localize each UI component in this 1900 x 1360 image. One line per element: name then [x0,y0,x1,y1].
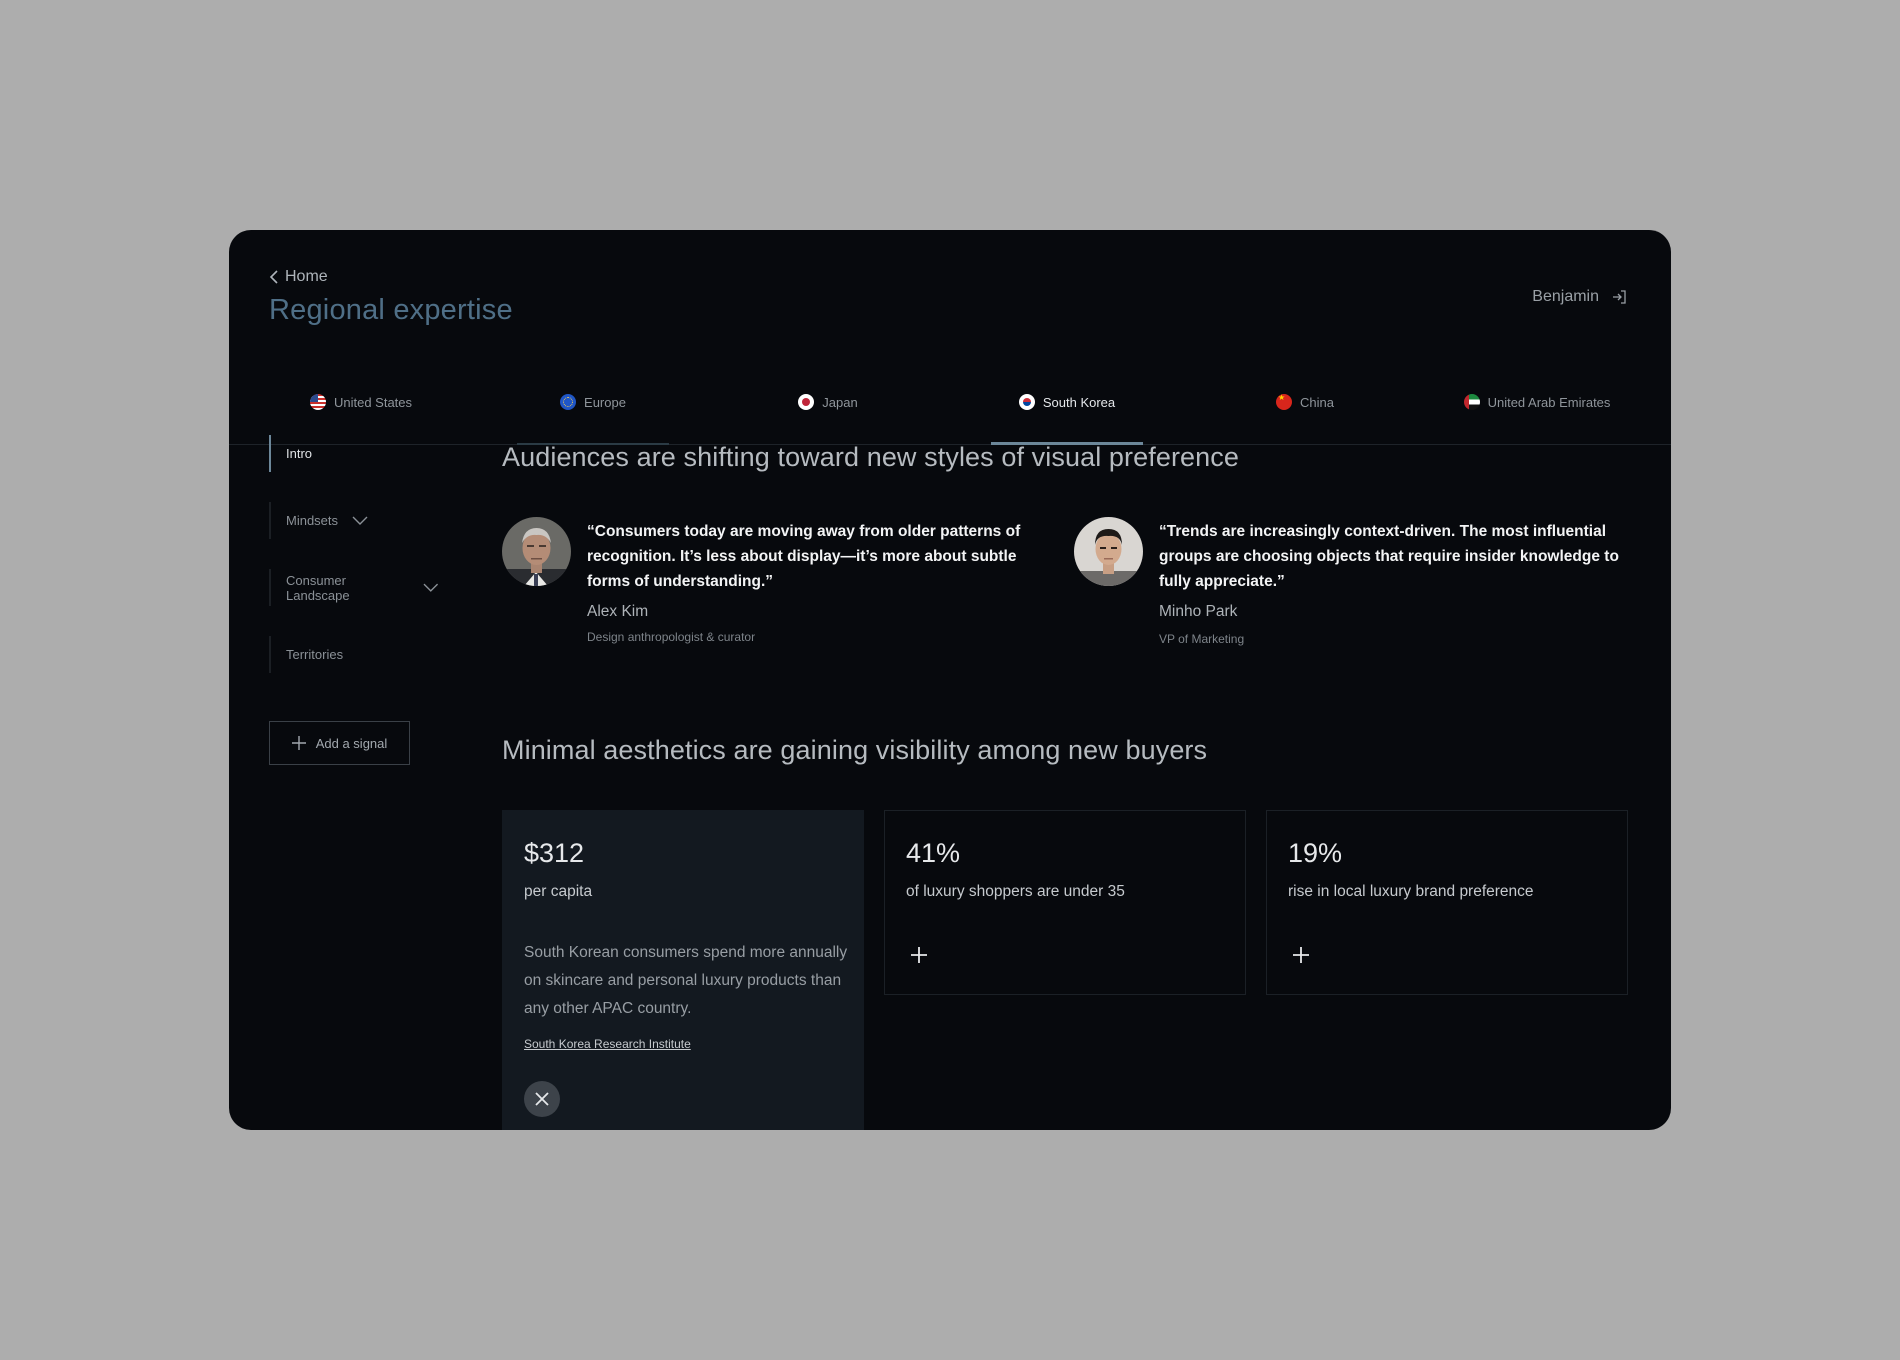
stat-card-local-brands[interactable]: 19% rise in local luxury brand preferenc… [1266,810,1628,995]
quote-author-role: VP of Marketing [1159,632,1245,646]
avatar [1074,517,1143,586]
sidebar-item-label: Territories [286,647,344,662]
sidebar-item-label: Consumer Landscape [286,572,350,603]
avatar [502,517,571,586]
japan-flag-icon [798,394,815,410]
china-flag-icon [1276,394,1293,410]
plus-icon [911,947,927,963]
stat-label: of luxury shoppers are under 35 [906,883,1125,900]
close-icon [535,1092,549,1106]
sidebar-item-label: Mindsets [286,513,339,528]
region-tabs: United States Europe Japan South Korea C… [229,360,1671,445]
tab-south-korea[interactable]: South Korea [991,360,1143,445]
tab-europe[interactable]: Europe [517,360,669,445]
stat-label: rise in local luxury brand preference [1288,883,1534,900]
sidebar-item-intro[interactable]: Intro [269,435,439,472]
sidebar-item-label: Intro [286,446,313,461]
tab-label: United Arab Emirates [1487,394,1611,410]
south-korea-flag-icon [1018,394,1035,410]
tab-china[interactable]: China [1229,360,1381,444]
home-back-link[interactable]: Home [269,268,328,286]
stat-value: $312 [524,838,585,868]
sidebar-item-territories[interactable]: Territories [269,636,439,673]
quote-author-name: Alex Kim [587,603,649,620]
eu-flag-icon [560,394,577,410]
tab-label: China [1300,394,1334,410]
tab-label: South Korea [1042,394,1116,410]
expand-card-button[interactable] [907,943,931,967]
tab-label: Europe [584,394,626,410]
stat-label: per capita [524,883,593,900]
quote-author-role: Design anthropologist & curator [587,630,756,644]
chevron-down-icon [423,583,439,592]
tab-japan[interactable]: Japan [752,360,904,444]
add-signal-button[interactable]: Add a signal [269,721,410,765]
plus-icon [1293,947,1309,963]
stat-card-young-shoppers[interactable]: 41% of luxury shoppers are under 35 [884,810,1246,995]
home-back-label: Home [285,268,328,285]
stat-value: 41% [906,838,961,868]
tab-united-states[interactable]: United States [286,360,436,444]
sidebar-nav: Intro Mindsets Consumer Landscape Territ… [269,435,439,703]
tab-label: United States [333,394,413,410]
add-signal-label: Add a signal [315,735,388,751]
source-link[interactable]: South Korea Research Institute [524,1037,691,1051]
sidebar-item-mindsets[interactable]: Mindsets [269,502,439,539]
stat-card-per-capita: $312 per capita South Korean consumers s… [502,810,864,1130]
chevron-left-icon [269,270,278,284]
sidebar-item-consumer-landscape[interactable]: Consumer Landscape [269,569,439,606]
page-title: Regional expertise [269,294,513,326]
tab-label: Japan [822,394,858,410]
chevron-down-icon [352,516,368,525]
quote-card: “Trends are increasingly context-driven.… [1074,517,1624,667]
main-panel: Home Regional expertise Benjamin United … [229,230,1671,1130]
quote-author-name: Minho Park [1159,603,1238,620]
quote-text: “Trends are increasingly context-driven.… [1159,523,1619,590]
tab-united-arab-emirates[interactable]: United Arab Emirates [1442,360,1632,444]
collapse-card-button[interactable] [524,1081,560,1117]
stat-value: 19% [1288,838,1343,868]
section-heading-minimal-aesthetics: Minimal aesthetics are gaining visibilit… [502,735,1208,765]
quote-text: “Consumers today are moving away from ol… [587,523,1021,590]
user-name: Benjamin [1532,288,1599,305]
section-heading-visual-preference: Audiences are shifting toward new styles… [502,442,1239,472]
plus-icon [291,736,306,750]
quote-card: “Consumers today are moving away from ol… [502,517,1052,667]
us-flag-icon [309,394,326,410]
stat-description: South Korean consumers spend more annual… [524,944,848,1017]
expand-card-button[interactable] [1289,943,1313,967]
uae-flag-icon [1463,394,1480,410]
user-menu[interactable]: Benjamin [1532,288,1627,306]
logout-icon[interactable] [1611,289,1627,305]
